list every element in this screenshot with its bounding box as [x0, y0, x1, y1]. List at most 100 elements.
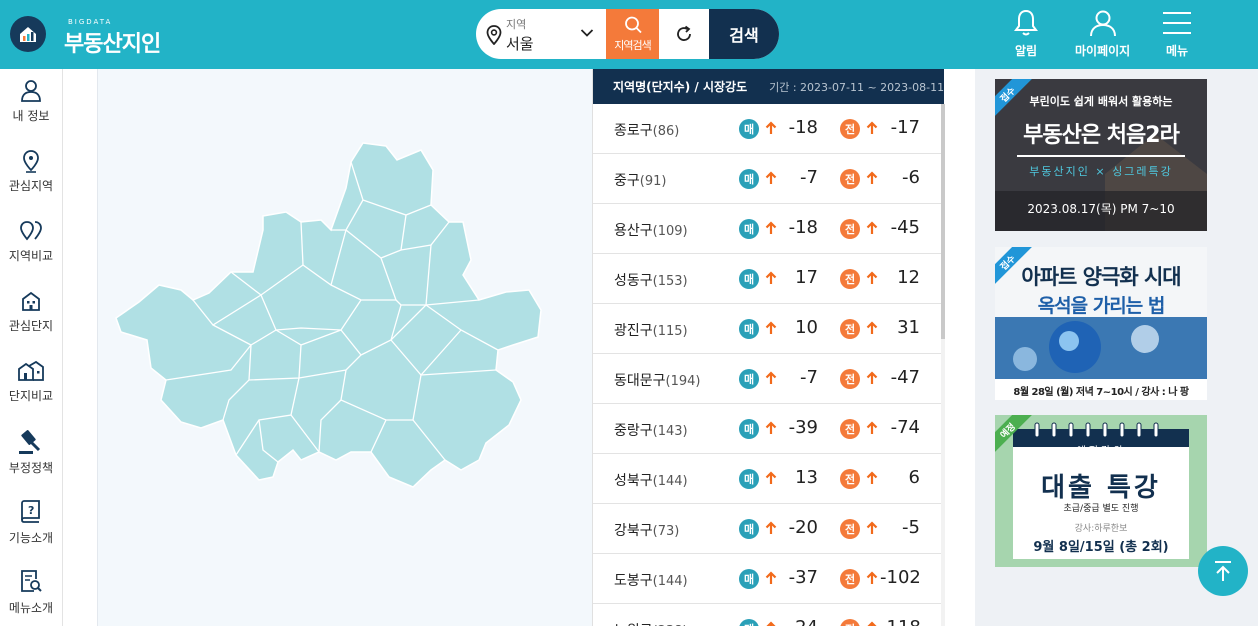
- sale-strength-value: -7: [800, 167, 818, 188]
- region-search-button[interactable]: 지역검색: [606, 9, 659, 59]
- list-scrollbar[interactable]: [941, 104, 945, 626]
- banner-lecture-1[interactable]: 접수 부린이도 쉽게 배워서 활용하는 부동산은 처음2라 부동산지인 × 싱그…: [995, 79, 1207, 231]
- sale-strength-value: 13: [795, 467, 818, 488]
- lease-badge: 전: [840, 519, 860, 539]
- district-row[interactable]: 강북구(73) 매 -20 전 -5: [593, 504, 941, 554]
- refresh-button[interactable]: [659, 9, 709, 59]
- banner-line: 부동산지인 × 싱그레특강: [1029, 165, 1173, 178]
- arrow-up-icon: [765, 170, 777, 189]
- district-complex-count: (153): [652, 274, 688, 289]
- sidebar-item-region-compare[interactable]: 지역비교: [0, 219, 62, 281]
- banner-lecture-2[interactable]: 접수 아파트 양극화 시대 옥석을 가리는 법 8월 28일 (월) 저녁 7~…: [995, 247, 1207, 400]
- banner-date: 9월 8일/15일 (총 2회): [1033, 540, 1169, 555]
- district-name-text: 용산구: [614, 223, 653, 239]
- district-name-text: 종로구: [614, 123, 653, 139]
- mypage-button[interactable]: 마이페이지: [1075, 8, 1130, 59]
- arrow-up-icon: [866, 320, 878, 339]
- sidebar-item-interest-complex[interactable]: 관심단지: [0, 289, 62, 351]
- district-row[interactable]: 성북구(144) 매 13 전 6: [593, 454, 941, 504]
- sale-strength-value: -20: [788, 517, 818, 538]
- district-name: 종로구(86): [614, 120, 679, 140]
- sidebar-item-policy[interactable]: 부정정책: [0, 429, 62, 491]
- sidebar-item-my-info[interactable]: 내 정보: [0, 79, 62, 141]
- district-row[interactable]: 도봉구(144) 매 -37 전 -102: [593, 554, 941, 604]
- user-icon: [1089, 10, 1116, 37]
- sale-badge: 매: [739, 619, 759, 626]
- district-name-text: 성동구: [614, 273, 653, 289]
- arrow-up-icon: [765, 620, 777, 626]
- district-name: 강북구(73): [614, 520, 679, 540]
- district-name: 성북구(144): [614, 470, 688, 490]
- refresh-icon: [677, 25, 691, 41]
- list-scroll-thumb[interactable]: [941, 104, 945, 339]
- lease-strength-value: -47: [890, 367, 920, 388]
- district-name-text: 동대문구: [614, 373, 666, 389]
- district-row[interactable]: 노원구(238) 매 -24 전 -118: [593, 604, 941, 626]
- lease-strength-value: -6: [902, 167, 920, 188]
- lease-badge: 전: [840, 619, 860, 626]
- district-row[interactable]: 광진구(115) 매 10 전 31: [593, 304, 941, 354]
- lease-strength-value: -45: [890, 217, 920, 238]
- arrow-up-icon: [765, 570, 777, 589]
- sidebar-item-interest-region[interactable]: 관심지역: [0, 149, 62, 211]
- search-icon: [624, 16, 642, 34]
- lease-badge: 전: [840, 419, 860, 439]
- sale-strength-value: 10: [795, 317, 818, 338]
- district-complex-count: (109): [652, 224, 688, 239]
- logo[interactable]: BIGDATA 부동산지인: [10, 16, 174, 57]
- arrow-up-icon: [765, 220, 777, 239]
- district-row[interactable]: 종로구(86) 매 -18 전 -17: [593, 104, 941, 154]
- district-name: 노원구(238): [614, 620, 688, 626]
- district-row[interactable]: 용산구(109) 매 -18 전 -45: [593, 204, 941, 254]
- district-complex-count: (73): [652, 524, 680, 539]
- lease-badge: 전: [840, 169, 860, 189]
- banner-column: 접수 부린이도 쉽게 배워서 활용하는 부동산은 처음2라 부동산지인 × 싱그…: [975, 69, 1258, 626]
- compare-pins-icon: [20, 221, 42, 241]
- buildings-compare-icon: [18, 360, 44, 381]
- sidebar-item-features[interactable]: ? 기능소개: [0, 499, 62, 561]
- district-name-text: 성북구: [614, 473, 653, 489]
- logo-house-icon: [10, 16, 46, 52]
- sale-strength-value: -39: [788, 417, 818, 438]
- sidebar-item-menu-intro[interactable]: 메뉴소개: [0, 569, 62, 631]
- region-label: 지역: [506, 18, 527, 31]
- lease-strength-value: 12: [897, 267, 920, 288]
- region-search-bar: 지역 서울 지역검색 검색: [476, 9, 779, 59]
- banner-line: 초급/중급 별도 진행: [1063, 504, 1139, 514]
- district-name-text: 강북구: [614, 523, 653, 539]
- list-header: 지역명(단지수) / 시장강도 기간 : 2023-07-11 ~ 2023-0…: [593, 69, 944, 104]
- arrow-up-icon: [765, 470, 777, 489]
- menu-label: 메뉴: [1165, 44, 1189, 58]
- district-name-text: 중구: [614, 173, 640, 189]
- district-row[interactable]: 중랑구(143) 매 -39 전 -74: [593, 404, 941, 454]
- sidebar-item-label: 내 정보: [12, 109, 50, 123]
- notification-label: 알림: [1014, 44, 1038, 58]
- search-submit-button[interactable]: 검색: [709, 9, 779, 59]
- lease-badge: 전: [840, 469, 860, 489]
- district-name-text: 광진구: [614, 323, 653, 339]
- banner-headline: 아파트 양극화 시대: [1021, 265, 1181, 289]
- banner-lecture-3[interactable]: 예정 예정강의 대출 특강 초급/중급 별도 진행 강사:하루한보 9월 8일/…: [995, 415, 1207, 567]
- menu-button[interactable]: 메뉴: [1162, 8, 1192, 59]
- sale-badge: 매: [739, 569, 759, 589]
- sidebar-item-label: 관심단지: [8, 319, 54, 333]
- district-row[interactable]: 성동구(153) 매 17 전 12: [593, 254, 941, 304]
- district-row[interactable]: 동대문구(194) 매 -7 전 -47: [593, 354, 941, 404]
- lease-badge: 전: [840, 269, 860, 289]
- district-row[interactable]: 중구(91) 매 -7 전 -6: [593, 154, 941, 204]
- sidebar-item-label: 부정정책: [8, 461, 54, 475]
- sidebar-item-complex-compare[interactable]: 단지비교: [0, 359, 62, 421]
- arrow-up-icon: [866, 370, 878, 389]
- district-name: 용산구(109): [614, 220, 688, 240]
- district-name-text: 도봉구: [614, 573, 653, 589]
- lease-badge: 전: [840, 569, 860, 589]
- region-select[interactable]: 지역 서울: [476, 9, 606, 59]
- district-name: 중랑구(143): [614, 420, 688, 440]
- district-name: 중구(91): [614, 170, 666, 190]
- arrow-up-icon: [765, 520, 777, 539]
- district-complex-count: (194): [665, 374, 701, 389]
- scroll-to-top-button[interactable]: [1198, 546, 1248, 596]
- seoul-district-map[interactable]: [98, 69, 593, 626]
- sale-badge: 매: [739, 369, 759, 389]
- notification-button[interactable]: 알림: [1012, 8, 1040, 59]
